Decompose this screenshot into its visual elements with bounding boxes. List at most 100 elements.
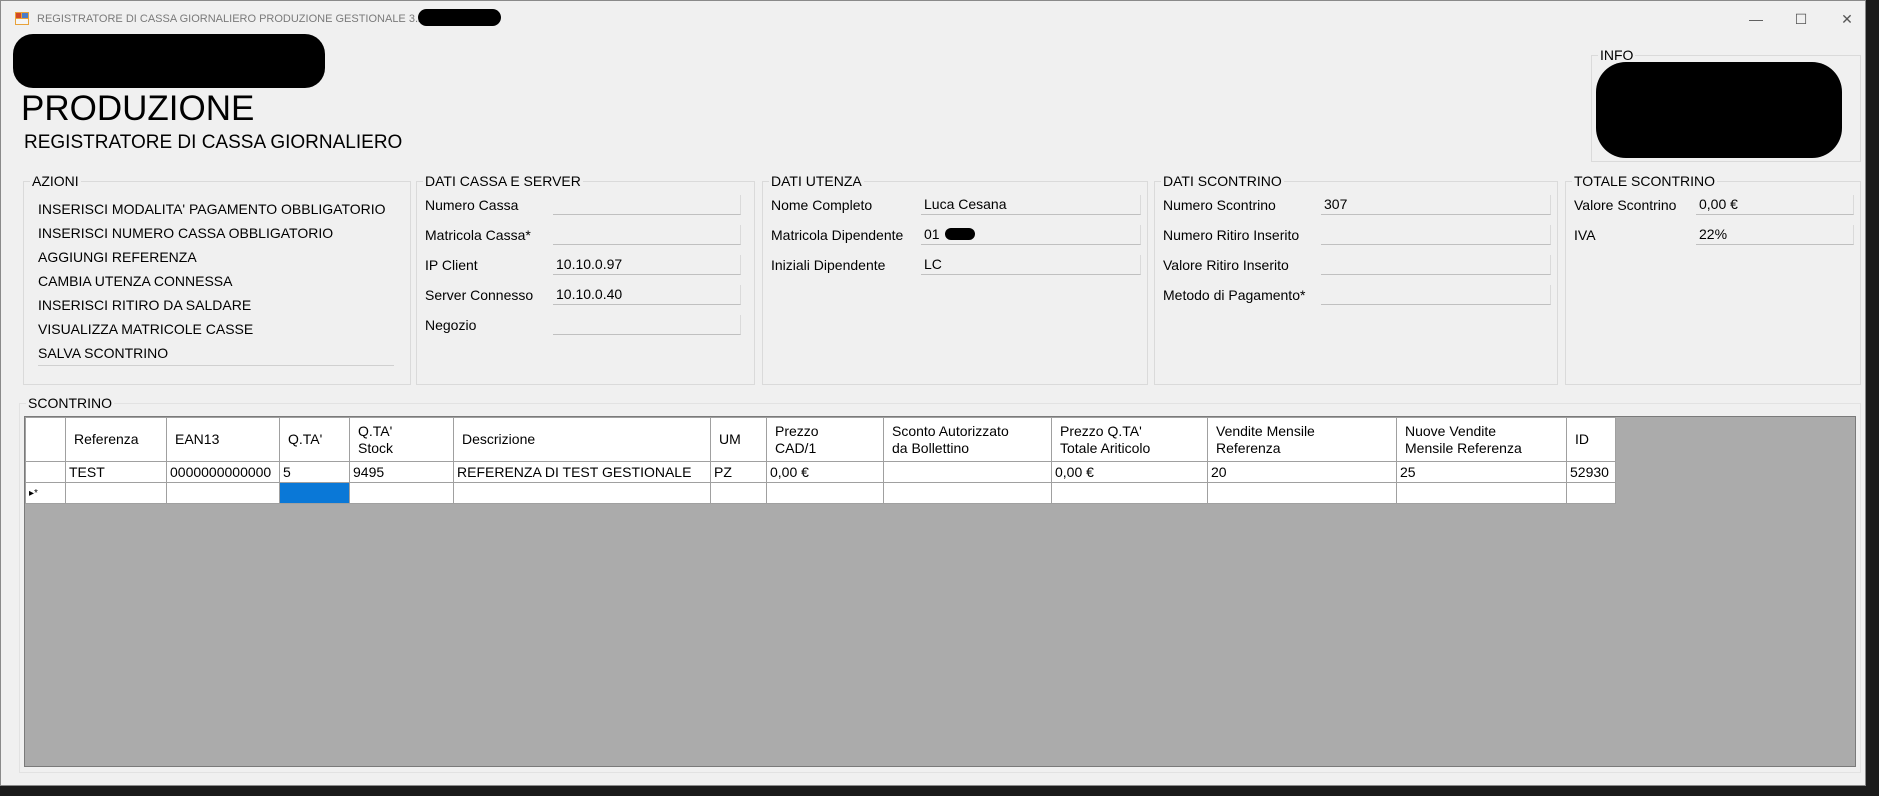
cell-referenza[interactable]: TEST: [65, 461, 167, 483]
column-header-text: Prezzo Q.TA': [1060, 422, 1142, 439]
cell-sconto[interactable]: [883, 461, 1052, 483]
new-cell[interactable]: [1396, 482, 1567, 504]
new-cell[interactable]: [349, 482, 454, 504]
column-header-text: ID: [1575, 431, 1589, 447]
info-group-title: INFO: [1598, 47, 1636, 63]
info-redaction: [1596, 62, 1842, 158]
column-header-ean13[interactable]: EAN13: [166, 417, 280, 462]
field-label-matricola-cassa: Matricola Cassa*: [425, 227, 531, 243]
new-cell[interactable]: [710, 482, 767, 504]
column-header-text: Prezzo: [775, 422, 819, 439]
nome-completo-field[interactable]: Luca Cesana: [921, 195, 1141, 215]
new-cell[interactable]: [766, 482, 884, 504]
action-save-receipt[interactable]: SALVA SCONTRINO: [38, 345, 168, 361]
field-label-numero-cassa: Numero Cassa: [425, 197, 519, 213]
column-header-qta-stock[interactable]: Q.TA' Stock: [349, 417, 454, 462]
totale-group: TOTALE SCONTRINO Valore Scontrino 0,00 €…: [1565, 173, 1861, 385]
numero-ritiro-field[interactable]: [1321, 225, 1551, 245]
field-label-iva: IVA: [1574, 227, 1596, 243]
info-group: INFO: [1591, 47, 1861, 162]
column-header-referenza[interactable]: Referenza: [65, 417, 167, 462]
title-bar[interactable]: REGISTRATORE DI CASSA GIORNALIERO PRODUZ…: [1, 1, 1865, 35]
cell-um[interactable]: PZ: [710, 461, 767, 483]
new-cell[interactable]: [1566, 482, 1616, 504]
action-insert-payment-mode[interactable]: INSERISCI MODALITA' PAGAMENTO OBBLIGATOR…: [38, 201, 386, 217]
action-change-user[interactable]: CAMBIA UTENZA CONNESSA: [38, 273, 232, 289]
field-label-iniziali-dipendente: Iniziali Dipendente: [771, 257, 886, 273]
scontrino-data-group: DATI SCONTRINO Numero Scontrino 307 Nume…: [1154, 173, 1558, 385]
new-row-indicator-icon[interactable]: ▸*: [25, 482, 66, 504]
receipt-table: Referenza EAN13 Q.TA' Q.TA' Stock Descriz…: [25, 417, 1616, 504]
column-header-text: Q.TA': [288, 431, 323, 447]
cell-id[interactable]: 52930: [1566, 461, 1616, 483]
action-view-register-serials[interactable]: VISUALIZZA MATRICOLE CASSE: [38, 321, 253, 337]
cassa-group-title: DATI CASSA E SERVER: [423, 173, 583, 189]
column-header-text: Stock: [358, 439, 394, 456]
negozio-field[interactable]: [553, 315, 741, 335]
maximize-button[interactable]: ☐: [1781, 7, 1821, 31]
logo-redaction: [13, 34, 325, 88]
field-label-numero-ritiro: Numero Ritiro Inserito: [1163, 227, 1300, 243]
field-label-negozio: Negozio: [425, 317, 477, 333]
action-insert-register-number[interactable]: INSERISCI NUMERO CASSA OBBLIGATORIO: [38, 225, 333, 241]
cassa-group: DATI CASSA E SERVER Numero Cassa Matrico…: [416, 173, 755, 385]
column-header-text: CAD/1: [775, 439, 817, 456]
iniziali-dipendente-field[interactable]: LC: [921, 255, 1141, 275]
action-add-reference[interactable]: AGGIUNGI REFERENZA: [38, 249, 197, 265]
cell-nuove-vendite[interactable]: 25: [1396, 461, 1567, 483]
totale-group-title: TOTALE SCONTRINO: [1572, 173, 1718, 189]
cell-qta-stock[interactable]: 9495: [349, 461, 454, 483]
cell-ean13[interactable]: 0000000000000: [166, 461, 280, 483]
cell-vendite-mensile[interactable]: 20: [1207, 461, 1397, 483]
field-label-metodo-pagamento: Metodo di Pagamento*: [1163, 287, 1306, 303]
cell-qta[interactable]: 5: [279, 461, 350, 483]
column-header-sconto[interactable]: Sconto Autorizzato da Bollettino: [883, 417, 1052, 462]
action-insert-pickup[interactable]: INSERISCI RITIRO DA SALDARE: [38, 297, 251, 313]
field-label-valore-scontrino: Valore Scontrino: [1574, 197, 1677, 213]
cell-descrizione[interactable]: REFERENZA DI TEST GESTIONALE: [453, 461, 711, 483]
column-header-vendite-mensile[interactable]: Vendite Mensile Referenza: [1207, 417, 1397, 462]
column-header-descrizione[interactable]: Descrizione: [453, 417, 711, 462]
valore-scontrino-field[interactable]: 0,00 €: [1696, 195, 1854, 215]
cell-prezzo-totale[interactable]: 0,00 €: [1051, 461, 1208, 483]
main-window: REGISTRATORE DI CASSA GIORNALIERO PRODUZ…: [0, 0, 1866, 786]
column-header-text: Totale Ariticolo: [1060, 439, 1151, 456]
ip-client-field[interactable]: 10.10.0.97: [553, 255, 741, 275]
new-cell[interactable]: [453, 482, 711, 504]
new-cell[interactable]: [166, 482, 280, 504]
row-header-corner: [25, 417, 66, 462]
window-title: REGISTRATORE DI CASSA GIORNALIERO PRODUZ…: [37, 13, 425, 25]
new-cell[interactable]: [1051, 482, 1208, 504]
cell-prezzo[interactable]: 0,00 €: [766, 461, 884, 483]
page-subtitle: REGISTRATORE DI CASSA GIORNALIERO: [24, 132, 403, 153]
column-header-id[interactable]: ID: [1566, 417, 1616, 462]
column-header-text: da Bollettino: [892, 439, 970, 456]
new-cell[interactable]: [65, 482, 167, 504]
valore-ritiro-field[interactable]: [1321, 255, 1551, 275]
table-row[interactable]: TEST 0000000000000 5 9495 REFERENZA DI T…: [25, 461, 1616, 483]
selected-cell[interactable]: [279, 482, 350, 504]
field-label-server-connesso: Server Connesso: [425, 287, 534, 303]
matricola-cassa-field[interactable]: [553, 225, 741, 245]
close-button[interactable]: ✕: [1827, 7, 1867, 31]
column-header-um[interactable]: UM: [710, 417, 767, 462]
column-header-prezzo-totale[interactable]: Prezzo Q.TA' Totale Ariticolo: [1051, 417, 1208, 462]
metodo-pagamento-field[interactable]: [1321, 285, 1551, 305]
row-header[interactable]: [25, 461, 66, 483]
column-header-text: Mensile Referenza: [1405, 439, 1522, 456]
column-header-text: Sconto Autorizzato: [892, 422, 1009, 439]
server-connesso-field[interactable]: 10.10.0.40: [553, 285, 741, 305]
column-header-prezzo[interactable]: Prezzo CAD/1: [766, 417, 884, 462]
new-cell[interactable]: [883, 482, 1052, 504]
column-header-qta[interactable]: Q.TA': [279, 417, 350, 462]
iva-field[interactable]: 22%: [1696, 225, 1854, 245]
app-icon: [15, 12, 29, 25]
minimize-button[interactable]: —: [1736, 7, 1776, 31]
new-cell[interactable]: [1207, 482, 1397, 504]
numero-scontrino-field[interactable]: 307: [1321, 195, 1551, 215]
column-header-text: Vendite Mensile: [1216, 422, 1315, 439]
numero-cassa-field[interactable]: [553, 195, 741, 215]
receipt-grid[interactable]: Referenza EAN13 Q.TA' Q.TA' Stock Descriz…: [24, 416, 1856, 767]
column-header-nuove-vendite[interactable]: Nuove Vendite Mensile Referenza: [1396, 417, 1567, 462]
new-row[interactable]: ▸*: [25, 482, 1616, 504]
